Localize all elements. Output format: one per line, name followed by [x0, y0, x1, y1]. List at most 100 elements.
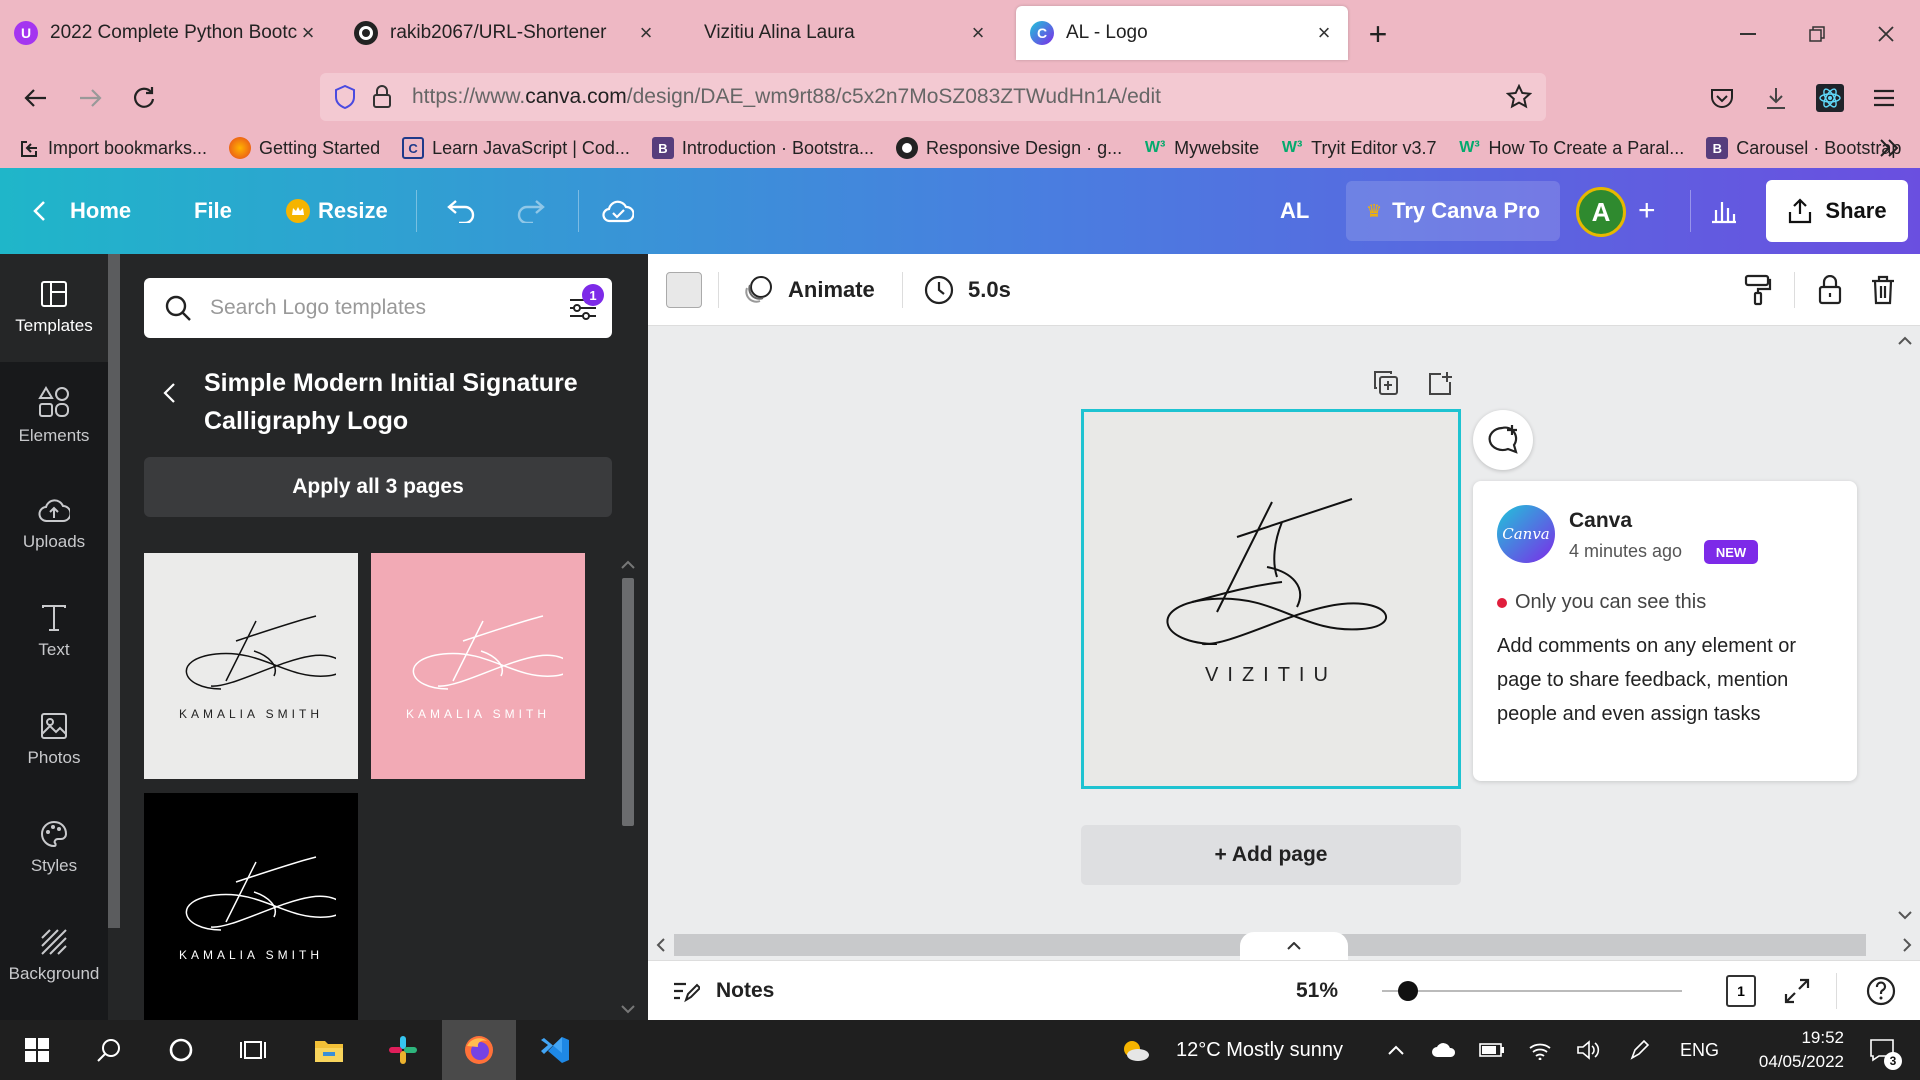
file-menu-button[interactable]: File — [194, 168, 232, 254]
browser-tab-active[interactable]: C AL - Logo × — [1016, 6, 1348, 60]
close-window-icon[interactable] — [1866, 14, 1906, 54]
menu-hamburger-icon[interactable] — [1864, 78, 1904, 118]
zoom-slider-handle[interactable] — [1398, 981, 1418, 1001]
close-tab-icon[interactable]: × — [968, 20, 988, 46]
onedrive-cloud-icon[interactable] — [1424, 1020, 1464, 1080]
zoom-slider-track[interactable] — [1382, 990, 1682, 992]
background-color-swatch[interactable] — [666, 272, 702, 308]
rail-item-text[interactable]: Text — [0, 578, 108, 686]
forward-arrow-icon[interactable] — [70, 78, 110, 118]
bookmark-star-icon[interactable] — [1506, 84, 1532, 110]
close-tab-icon[interactable]: × — [298, 20, 318, 46]
cortana-circle-icon[interactable] — [144, 1020, 218, 1080]
close-tab-icon[interactable]: × — [1314, 20, 1334, 46]
redo-icon[interactable] — [516, 168, 546, 254]
add-collaborator-plus-icon[interactable]: + — [1638, 168, 1656, 254]
help-question-icon[interactable] — [1866, 961, 1896, 1021]
template-thumbnail[interactable]: KAMALIA SMITH — [371, 553, 585, 779]
delete-trash-icon[interactable] — [1870, 254, 1896, 326]
slack-icon[interactable] — [366, 1020, 440, 1080]
volume-icon[interactable] — [1568, 1020, 1608, 1080]
back-chevron-icon[interactable] — [162, 382, 176, 404]
bookmark-getting-started[interactable]: Getting Started — [229, 137, 380, 159]
template-search-input[interactable]: Search Logo templates 1 — [144, 278, 612, 338]
downloads-icon[interactable] — [1756, 78, 1796, 118]
animate-button[interactable]: Animate — [742, 254, 875, 326]
reload-icon[interactable] — [124, 78, 164, 118]
vscode-icon[interactable] — [518, 1020, 592, 1080]
show-pages-toggle[interactable] — [1240, 932, 1348, 960]
bookmark-bootstrap-intro[interactable]: B Introduction · Bootstra... — [651, 137, 874, 159]
home-button[interactable]: Home — [32, 168, 131, 254]
bookmark-import[interactable]: Import bookmarks... — [18, 137, 207, 159]
cloud-saved-icon[interactable] — [602, 168, 634, 254]
insights-chart-icon[interactable] — [1710, 168, 1738, 254]
add-page-icon[interactable] — [1423, 366, 1457, 400]
minimize-window-icon[interactable] — [1728, 14, 1768, 54]
react-devtools-icon[interactable] — [1810, 78, 1850, 118]
windows-start-icon[interactable] — [0, 1020, 74, 1080]
zoom-percentage[interactable]: 51% — [1296, 961, 1338, 1021]
rail-scrollbar[interactable] — [108, 254, 120, 928]
file-explorer-icon[interactable] — [292, 1020, 366, 1080]
lock-icon[interactable] — [372, 85, 392, 109]
tray-chevron-up-icon[interactable] — [1376, 1020, 1416, 1080]
language-indicator[interactable]: ENG — [1680, 1020, 1719, 1080]
bookmark-responsive-design[interactable]: Responsive Design · g... — [896, 137, 1122, 159]
browser-tab[interactable]: U 2022 Complete Python Bootcamp × — [0, 6, 332, 60]
rail-item-styles[interactable]: Styles — [0, 794, 108, 902]
bookmark-mywebsite[interactable]: W³ Mywebsite — [1144, 137, 1259, 159]
firefox-icon[interactable] — [442, 1020, 516, 1080]
rail-item-background[interactable]: Background — [0, 902, 108, 1010]
browser-tab[interactable]: rakib2067/URL-Shortener × — [340, 6, 670, 60]
fullscreen-expand-icon[interactable] — [1784, 961, 1810, 1021]
editor-horizontal-scrollbar[interactable] — [648, 930, 1920, 960]
logo-name-text[interactable]: VIZITIU — [1084, 664, 1458, 687]
new-tab-button[interactable]: + — [1358, 14, 1398, 54]
pen-ink-icon[interactable] — [1620, 1020, 1660, 1080]
search-icon[interactable] — [72, 1020, 146, 1080]
lock-icon[interactable] — [1818, 254, 1842, 326]
template-thumbnail[interactable]: KAMALIA SMITH — [144, 793, 358, 1020]
try-canva-pro-button[interactable]: ♛ Try Canva Pro — [1346, 181, 1560, 241]
rail-item-elements[interactable]: Elements — [0, 362, 108, 470]
system-clock[interactable]: 19:52 04/05/2022 — [1720, 1026, 1844, 1074]
design-title[interactable]: AL — [1280, 168, 1309, 254]
apply-all-pages-button[interactable]: Apply all 3 pages — [144, 457, 612, 517]
add-comment-button[interactable] — [1473, 410, 1533, 470]
notes-button[interactable]: Notes — [672, 961, 774, 1021]
url-text[interactable]: https://www.canva.com/design/DAE_wm9rt88… — [412, 85, 1161, 109]
notification-center-icon[interactable]: 3 — [1852, 1020, 1912, 1080]
battery-icon[interactable] — [1472, 1020, 1512, 1080]
task-view-icon[interactable] — [216, 1020, 290, 1080]
weather-text[interactable]: 12°C Mostly sunny — [1176, 1020, 1343, 1080]
pocket-icon[interactable] — [1702, 78, 1742, 118]
bookmark-tryit-editor[interactable]: W³ Tryit Editor v3.7 — [1281, 137, 1437, 159]
more-bookmarks-chevron-icon[interactable] — [1878, 138, 1900, 158]
address-bar[interactable]: https://www.canva.com/design/DAE_wm9rt88… — [320, 73, 1546, 121]
paint-roller-icon[interactable] — [1744, 254, 1772, 326]
bookmark-parallax[interactable]: W³ How To Create a Paral... — [1459, 137, 1684, 159]
add-page-button[interactable]: + Add page — [1081, 825, 1461, 885]
restore-window-icon[interactable] — [1797, 14, 1837, 54]
user-avatar[interactable]: A — [1576, 187, 1626, 237]
browser-tab[interactable]: Vizitiu Alina Laura × — [676, 6, 1002, 60]
duration-button[interactable]: 5.0s — [924, 254, 1011, 326]
tracking-shield-icon[interactable] — [334, 85, 356, 109]
weather-sun-icon[interactable] — [1110, 1020, 1160, 1080]
rail-item-photos[interactable]: Photos — [0, 686, 108, 794]
editor-vertical-scrollbar[interactable] — [1890, 326, 1920, 930]
rail-item-uploads[interactable]: Uploads — [0, 470, 108, 578]
panel-scrollbar[interactable] — [616, 554, 640, 1020]
template-thumbnail[interactable]: KAMALIA SMITH — [144, 553, 358, 779]
share-button[interactable]: Share — [1766, 180, 1908, 242]
close-tab-icon[interactable]: × — [636, 20, 656, 46]
duplicate-page-icon[interactable] — [1369, 366, 1403, 400]
resize-button[interactable]: Resize — [286, 168, 388, 254]
bookmark-learn-javascript[interactable]: C Learn JavaScript | Cod... — [402, 137, 630, 159]
wifi-icon[interactable] — [1520, 1020, 1560, 1080]
rail-item-templates[interactable]: Templates — [0, 254, 108, 362]
bookmark-carousel[interactable]: B Carousel · Bootstrap — [1706, 137, 1901, 159]
page-count-button[interactable]: 1 — [1726, 975, 1756, 1007]
undo-icon[interactable] — [446, 168, 476, 254]
